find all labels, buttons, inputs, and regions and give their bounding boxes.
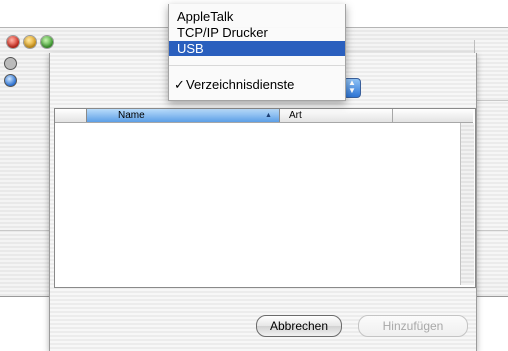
sort-ascending-icon: ▲: [265, 112, 272, 119]
minimize-button[interactable]: [24, 36, 36, 48]
menu-item-label: Verzeichnisdienste: [186, 77, 295, 92]
zoom-button[interactable]: [41, 36, 53, 48]
menu-item-appletalk[interactable]: AppleTalk: [169, 9, 345, 24]
divider: [0, 230, 50, 231]
divider: [474, 100, 508, 101]
list-scrollbar[interactable]: [460, 123, 474, 285]
column-header-name-selected[interactable]: [86, 109, 280, 122]
column-header-art[interactable]: Art: [289, 109, 302, 122]
add-button[interactable]: Hinzufügen: [358, 315, 468, 337]
cancel-button[interactable]: Abbrechen: [256, 315, 342, 337]
column-header-name[interactable]: Name: [118, 109, 145, 122]
menu-item-directory-services[interactable]: Verzeichnisdienste: [169, 77, 345, 92]
menu-item-usb[interactable]: USB: [169, 41, 345, 56]
column-divider: [392, 109, 393, 122]
menu-item-tcpip-printer[interactable]: TCP/IP Drucker: [169, 25, 345, 40]
close-button[interactable]: [7, 36, 19, 48]
menu-separator: [169, 65, 345, 66]
background-window-content: [474, 40, 508, 280]
toolbar-blue-icon[interactable]: [4, 74, 17, 87]
toolbar-gray-icon[interactable]: [4, 57, 17, 70]
divider: [474, 230, 508, 231]
connection-type-menu: AppleTalk TCP/IP Drucker USB ✓ Verzeichn…: [168, 4, 346, 101]
printer-list[interactable]: [54, 108, 476, 288]
